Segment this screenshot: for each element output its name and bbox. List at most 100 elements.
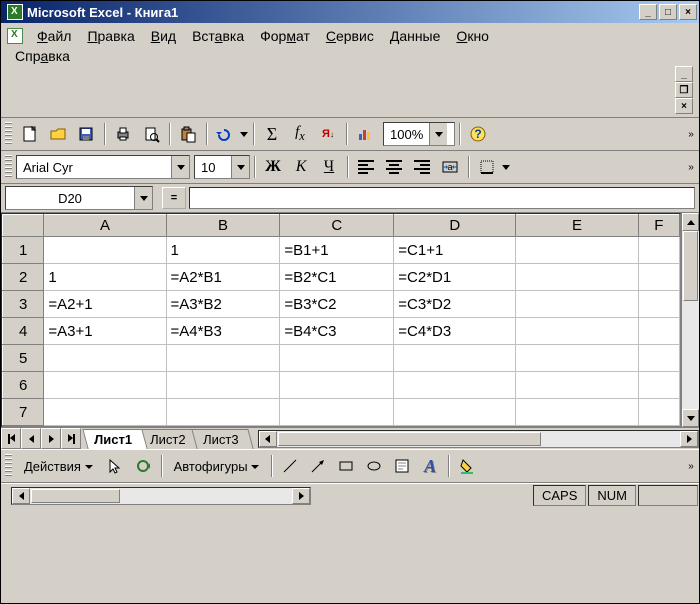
borders-button[interactable]: [474, 154, 500, 180]
status-scroll-thumb[interactable]: [31, 489, 120, 503]
sort-button[interactable]: Я↓: [315, 121, 341, 147]
cell-E4[interactable]: [516, 318, 638, 345]
scroll-up-button[interactable]: [682, 213, 699, 231]
doc-close-button[interactable]: ×: [675, 98, 693, 114]
cell-C3[interactable]: =B3*C2: [280, 291, 394, 318]
bold-button[interactable]: Ж: [260, 154, 286, 180]
vertical-scrollbar[interactable]: [681, 213, 699, 427]
namebox-dropdown-icon[interactable]: [134, 187, 152, 209]
menu-window[interactable]: Окно: [448, 26, 497, 46]
draw-actions-menu[interactable]: Действия: [16, 457, 101, 476]
select-objects-button[interactable]: [102, 453, 128, 479]
col-header-A[interactable]: A: [44, 215, 166, 237]
cell-D3[interactable]: =C3*D2: [394, 291, 516, 318]
menu-edit[interactable]: Правка: [79, 26, 142, 46]
line-button[interactable]: [277, 453, 303, 479]
cell-C1[interactable]: =B1+1: [280, 237, 394, 264]
select-all-corner[interactable]: [3, 215, 44, 237]
cell-E7[interactable]: [516, 399, 638, 426]
col-header-E[interactable]: E: [516, 215, 638, 237]
scroll-right-button[interactable]: [680, 431, 698, 447]
row-header-2[interactable]: 2: [3, 264, 44, 291]
cell-E1[interactable]: [516, 237, 638, 264]
cell-F6[interactable]: [638, 372, 679, 399]
save-button[interactable]: [73, 121, 99, 147]
row-header-7[interactable]: 7: [3, 399, 44, 426]
paste-button[interactable]: [175, 121, 201, 147]
font-dropdown-icon[interactable]: [171, 156, 189, 178]
textbox-button[interactable]: [389, 453, 415, 479]
scroll-left-button[interactable]: [12, 488, 30, 504]
autoshapes-menu[interactable]: Автофигуры: [166, 457, 268, 476]
scroll-down-button[interactable]: [682, 409, 699, 427]
tab-next-button[interactable]: [41, 428, 61, 449]
font-size-dropdown-icon[interactable]: [231, 156, 249, 178]
cell-A4[interactable]: =A3+1: [44, 318, 166, 345]
tab-last-button[interactable]: [61, 428, 81, 449]
col-header-F[interactable]: F: [638, 215, 679, 237]
cell-reference[interactable]: D20: [6, 191, 134, 206]
sheet-tab-3[interactable]: Лист3: [192, 429, 255, 449]
help-button[interactable]: ?: [465, 121, 491, 147]
cell-F3[interactable]: [638, 291, 679, 318]
font-size-combo[interactable]: 10: [194, 155, 250, 179]
menu-insert[interactable]: Вставка: [184, 26, 252, 46]
cell-A6[interactable]: [44, 372, 166, 399]
align-center-button[interactable]: [381, 154, 407, 180]
close-button[interactable]: ×: [679, 4, 697, 20]
tab-prev-button[interactable]: [21, 428, 41, 449]
cell-B7[interactable]: [166, 399, 280, 426]
workbook-icon[interactable]: [7, 28, 23, 44]
cell-D1[interactable]: =C1+1: [394, 237, 516, 264]
col-header-B[interactable]: B: [166, 215, 280, 237]
font-size[interactable]: 10: [195, 160, 231, 175]
cell-D2[interactable]: =C2*D1: [394, 264, 516, 291]
new-button[interactable]: [17, 121, 43, 147]
menu-help[interactable]: Справка: [7, 46, 693, 66]
font-name[interactable]: Arial Cyr: [17, 160, 171, 175]
name-box[interactable]: D20: [5, 186, 153, 210]
font-combo[interactable]: Arial Cyr: [16, 155, 190, 179]
formula-input[interactable]: [189, 187, 695, 209]
cell-B6[interactable]: [166, 372, 280, 399]
cell-C6[interactable]: [280, 372, 394, 399]
arrow-button[interactable]: [305, 453, 331, 479]
cell-D7[interactable]: [394, 399, 516, 426]
row-header-4[interactable]: 4: [3, 318, 44, 345]
cell-E6[interactable]: [516, 372, 638, 399]
toolbar-grip[interactable]: [5, 155, 12, 179]
undo-button[interactable]: [212, 121, 238, 147]
cell-C7[interactable]: [280, 399, 394, 426]
vscroll-thumb[interactable]: [683, 231, 698, 301]
col-header-D[interactable]: D: [394, 215, 516, 237]
menu-view[interactable]: Вид: [143, 26, 184, 46]
col-header-C[interactable]: C: [280, 215, 394, 237]
sheet-tab-1[interactable]: Лист1: [82, 429, 147, 449]
menu-file[interactable]: Файл: [29, 26, 79, 46]
open-button[interactable]: [45, 121, 71, 147]
zoom-combo[interactable]: 100%: [383, 122, 455, 146]
cell-F5[interactable]: [638, 345, 679, 372]
cell-F4[interactable]: [638, 318, 679, 345]
zoom-dropdown-icon[interactable]: [429, 123, 447, 145]
cell-C5[interactable]: [280, 345, 394, 372]
menu-tools[interactable]: Сервис: [318, 26, 382, 46]
cell-F2[interactable]: [638, 264, 679, 291]
maximize-button[interactable]: □: [659, 4, 677, 20]
align-left-button[interactable]: [353, 154, 379, 180]
row-header-3[interactable]: 3: [3, 291, 44, 318]
cell-C4[interactable]: =B4*C3: [280, 318, 394, 345]
italic-button[interactable]: К: [288, 154, 314, 180]
cell-B3[interactable]: =A3*B2: [166, 291, 280, 318]
cell-A5[interactable]: [44, 345, 166, 372]
rectangle-button[interactable]: [333, 453, 359, 479]
cell-F7[interactable]: [638, 399, 679, 426]
equals-button[interactable]: =: [162, 187, 186, 209]
cell-A1[interactable]: [44, 237, 166, 264]
cell-A2[interactable]: 1: [44, 264, 166, 291]
scroll-left-button[interactable]: [259, 431, 277, 447]
horizontal-scrollbar[interactable]: [258, 428, 699, 449]
cell-D5[interactable]: [394, 345, 516, 372]
cell-F1[interactable]: [638, 237, 679, 264]
minimize-button[interactable]: _: [639, 4, 657, 20]
